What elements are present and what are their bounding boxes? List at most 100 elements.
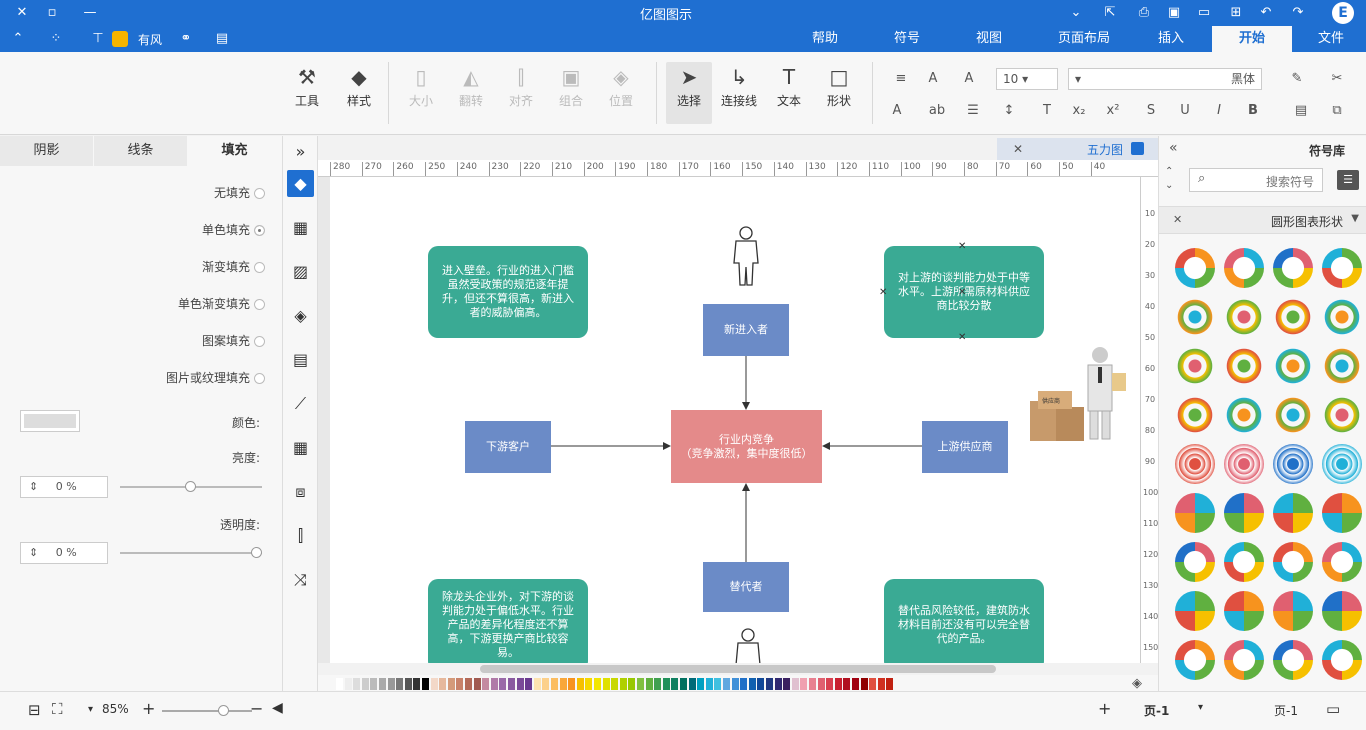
shuffle-icon[interactable]: ⤨ [287,566,314,593]
list-icon[interactable]: ☰ [962,100,984,122]
text-direction-icon[interactable]: T [1036,100,1058,122]
tab-insert[interactable]: 插入 [1144,26,1198,52]
cut-icon[interactable]: ✂ [1326,68,1348,90]
tab-line[interactable]: 线条 [94,136,187,166]
paste-icon[interactable]: ▤ [1290,100,1312,122]
undo-icon[interactable]: ↶ [1256,3,1276,23]
palette-swatch[interactable] [766,678,773,690]
chevron-down-icon[interactable]: ⌄ [1066,3,1086,23]
palette-swatch[interactable] [826,678,834,690]
scroll-up-icon[interactable]: ⌃ [1165,166,1173,177]
connector-button[interactable]: ↳ 连接线 [716,62,762,124]
palette-swatch[interactable] [834,678,842,690]
font-shrink-icon[interactable]: A [922,68,944,90]
restore-icon[interactable]: ▫ [42,3,62,23]
print-icon[interactable]: ⎙ [1134,3,1154,23]
superscript-icon[interactable]: x² [1102,100,1124,122]
edraw-logo-icon[interactable]: E [1332,2,1354,24]
apps-icon[interactable]: ⁘ [46,29,66,49]
paragraph-icon[interactable]: ≡ [890,68,912,90]
library-shape-item[interactable] [1224,591,1264,631]
palette-swatch[interactable] [869,678,877,690]
brightness-input[interactable]: ⇕ 0 % [20,476,108,498]
close-category-icon[interactable]: ✕ [1173,213,1182,226]
library-shape-item[interactable] [1273,493,1313,533]
brightness-slider[interactable] [120,481,262,492]
note-bottom-left[interactable]: 除龙头企业外，对下游的谈判能力处于偏低水平。行业产品的差异化程度还不算高，下游更… [428,579,588,663]
zoom-in-icon[interactable]: + [142,699,155,718]
close-icon[interactable]: ✕ [12,3,32,23]
palette-swatch[interactable] [817,678,825,690]
library-shape-item[interactable] [1224,493,1264,533]
library-shape-item[interactable] [1224,297,1264,337]
palette-swatch[interactable] [525,678,533,690]
palette-swatch[interactable] [516,678,524,690]
palette-swatch[interactable] [499,678,507,690]
palette-swatch[interactable] [723,678,730,690]
shape-button[interactable]: □ 形状 [816,62,862,124]
add-page-icon[interactable]: + [1098,699,1111,718]
palette-swatch[interactable] [447,678,455,690]
palette-swatch[interactable] [611,678,619,690]
library-shape-item[interactable] [1273,444,1313,484]
close-tab-icon[interactable]: ✕ [1013,142,1023,156]
fill-option-gradient[interactable]: 渐变填充 [160,258,265,278]
palette-swatch[interactable] [490,678,498,690]
palette-swatch[interactable] [542,678,550,690]
tab-symbol[interactable]: 符号 [880,26,934,52]
search-icon[interactable]: ⌕ [1198,171,1205,186]
library-shape-item[interactable] [1322,444,1362,484]
palette-swatch[interactable] [877,678,885,690]
page-icon[interactable]: ▤ [287,346,314,373]
library-shape-item[interactable] [1273,640,1313,680]
comment-icon[interactable]: ▤ [212,29,232,49]
chart-icon[interactable]: ⟋ [287,390,314,417]
palette-swatch[interactable] [843,678,851,690]
palette-swatch[interactable] [430,678,438,690]
palette-swatch[interactable] [637,678,644,690]
palette-swatch[interactable] [705,678,713,690]
palette-swatch[interactable] [714,678,722,690]
library-menu-icon[interactable]: ☰ [1337,170,1359,190]
font-size-select[interactable]: 10 ▾ [996,68,1058,90]
library-shape-item[interactable] [1273,346,1313,386]
library-shape-item[interactable] [1322,346,1362,386]
image-icon[interactable]: ▨ [287,258,314,285]
theme-label[interactable]: 有风 [138,31,162,48]
strikethrough-icon[interactable]: S [1140,100,1162,122]
palette-swatch[interactable] [748,678,756,690]
node-substitutes[interactable]: 替代者 [703,562,789,612]
document-tab[interactable]: ✕ 五力图 [997,138,1158,160]
palette-swatch[interactable] [852,678,859,690]
underline-icon[interactable]: U [1174,100,1196,122]
copy-icon[interactable]: ⧉ [1326,100,1348,122]
page-dropdown-icon[interactable]: ▾ [1198,702,1203,713]
palette-swatch[interactable] [370,678,378,690]
transparency-input[interactable]: ⇕ 0 % [20,542,108,564]
collapse-ribbon-icon[interactable]: ⌃ [8,29,28,49]
library-shape-item[interactable] [1224,444,1264,484]
node-new-entrants[interactable]: 新进入者 [703,304,789,356]
palette-swatch[interactable] [740,678,748,690]
library-shape-item[interactable] [1273,248,1313,288]
library-shape-item[interactable] [1175,444,1215,484]
open-icon[interactable]: ▭ [1194,3,1214,23]
align-tool-icon[interactable]: ⫿ [287,522,314,549]
palette-swatch[interactable] [353,678,361,690]
palette-swatch[interactable] [800,678,808,690]
zoom-slider[interactable] [162,705,252,716]
palette-swatch[interactable] [602,678,610,690]
selection-handle[interactable]: ✕ [879,287,887,298]
fill-tool-icon[interactable]: ◆ [287,170,314,197]
palette-swatch[interactable] [465,678,472,690]
selection-handle[interactable]: ✕ [958,287,966,298]
palette-swatch[interactable] [783,678,791,690]
subscript-icon[interactable]: x₂ [1068,100,1090,122]
palette-swatch[interactable] [697,678,705,690]
flip-button[interactable]: ◭ 翻转 [448,62,494,124]
grid-icon[interactable]: ▦ [287,214,314,241]
page-tab-active[interactable]: 页-1 [1144,702,1169,719]
palette-swatch[interactable] [680,678,687,690]
transparency-slider[interactable] [120,547,262,558]
palette-swatch[interactable] [559,678,567,690]
